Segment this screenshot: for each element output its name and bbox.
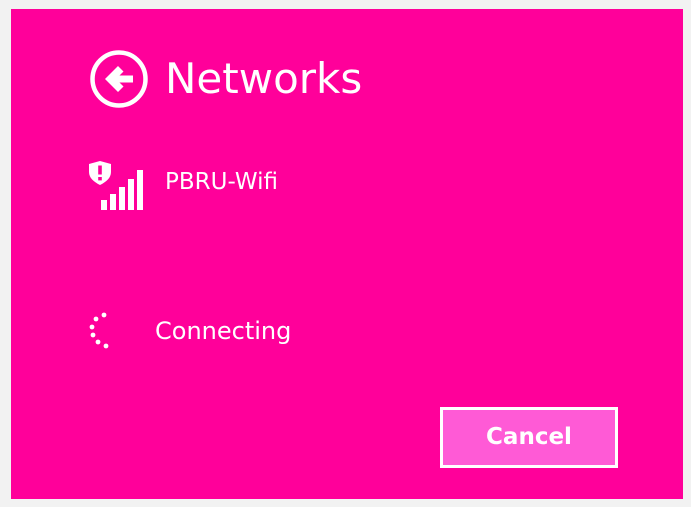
connection-status: Connecting	[89, 311, 291, 351]
spinner-icon	[89, 311, 119, 351]
status-text: Connecting	[155, 317, 292, 345]
wifi-signal-icon	[89, 159, 153, 215]
cancel-button[interactable]: Cancel	[440, 407, 618, 468]
back-button[interactable]	[89, 49, 149, 109]
page-title: Networks	[165, 54, 363, 103]
back-arrow-circle-icon	[90, 50, 148, 108]
network-name: PBRU-Wifi	[165, 169, 278, 195]
header: Networks	[89, 49, 362, 109]
networks-panel: Networks PBRU-Wifi Connecting Cancel	[11, 9, 683, 499]
network-item[interactable]: PBRU-Wifi	[89, 159, 389, 215]
